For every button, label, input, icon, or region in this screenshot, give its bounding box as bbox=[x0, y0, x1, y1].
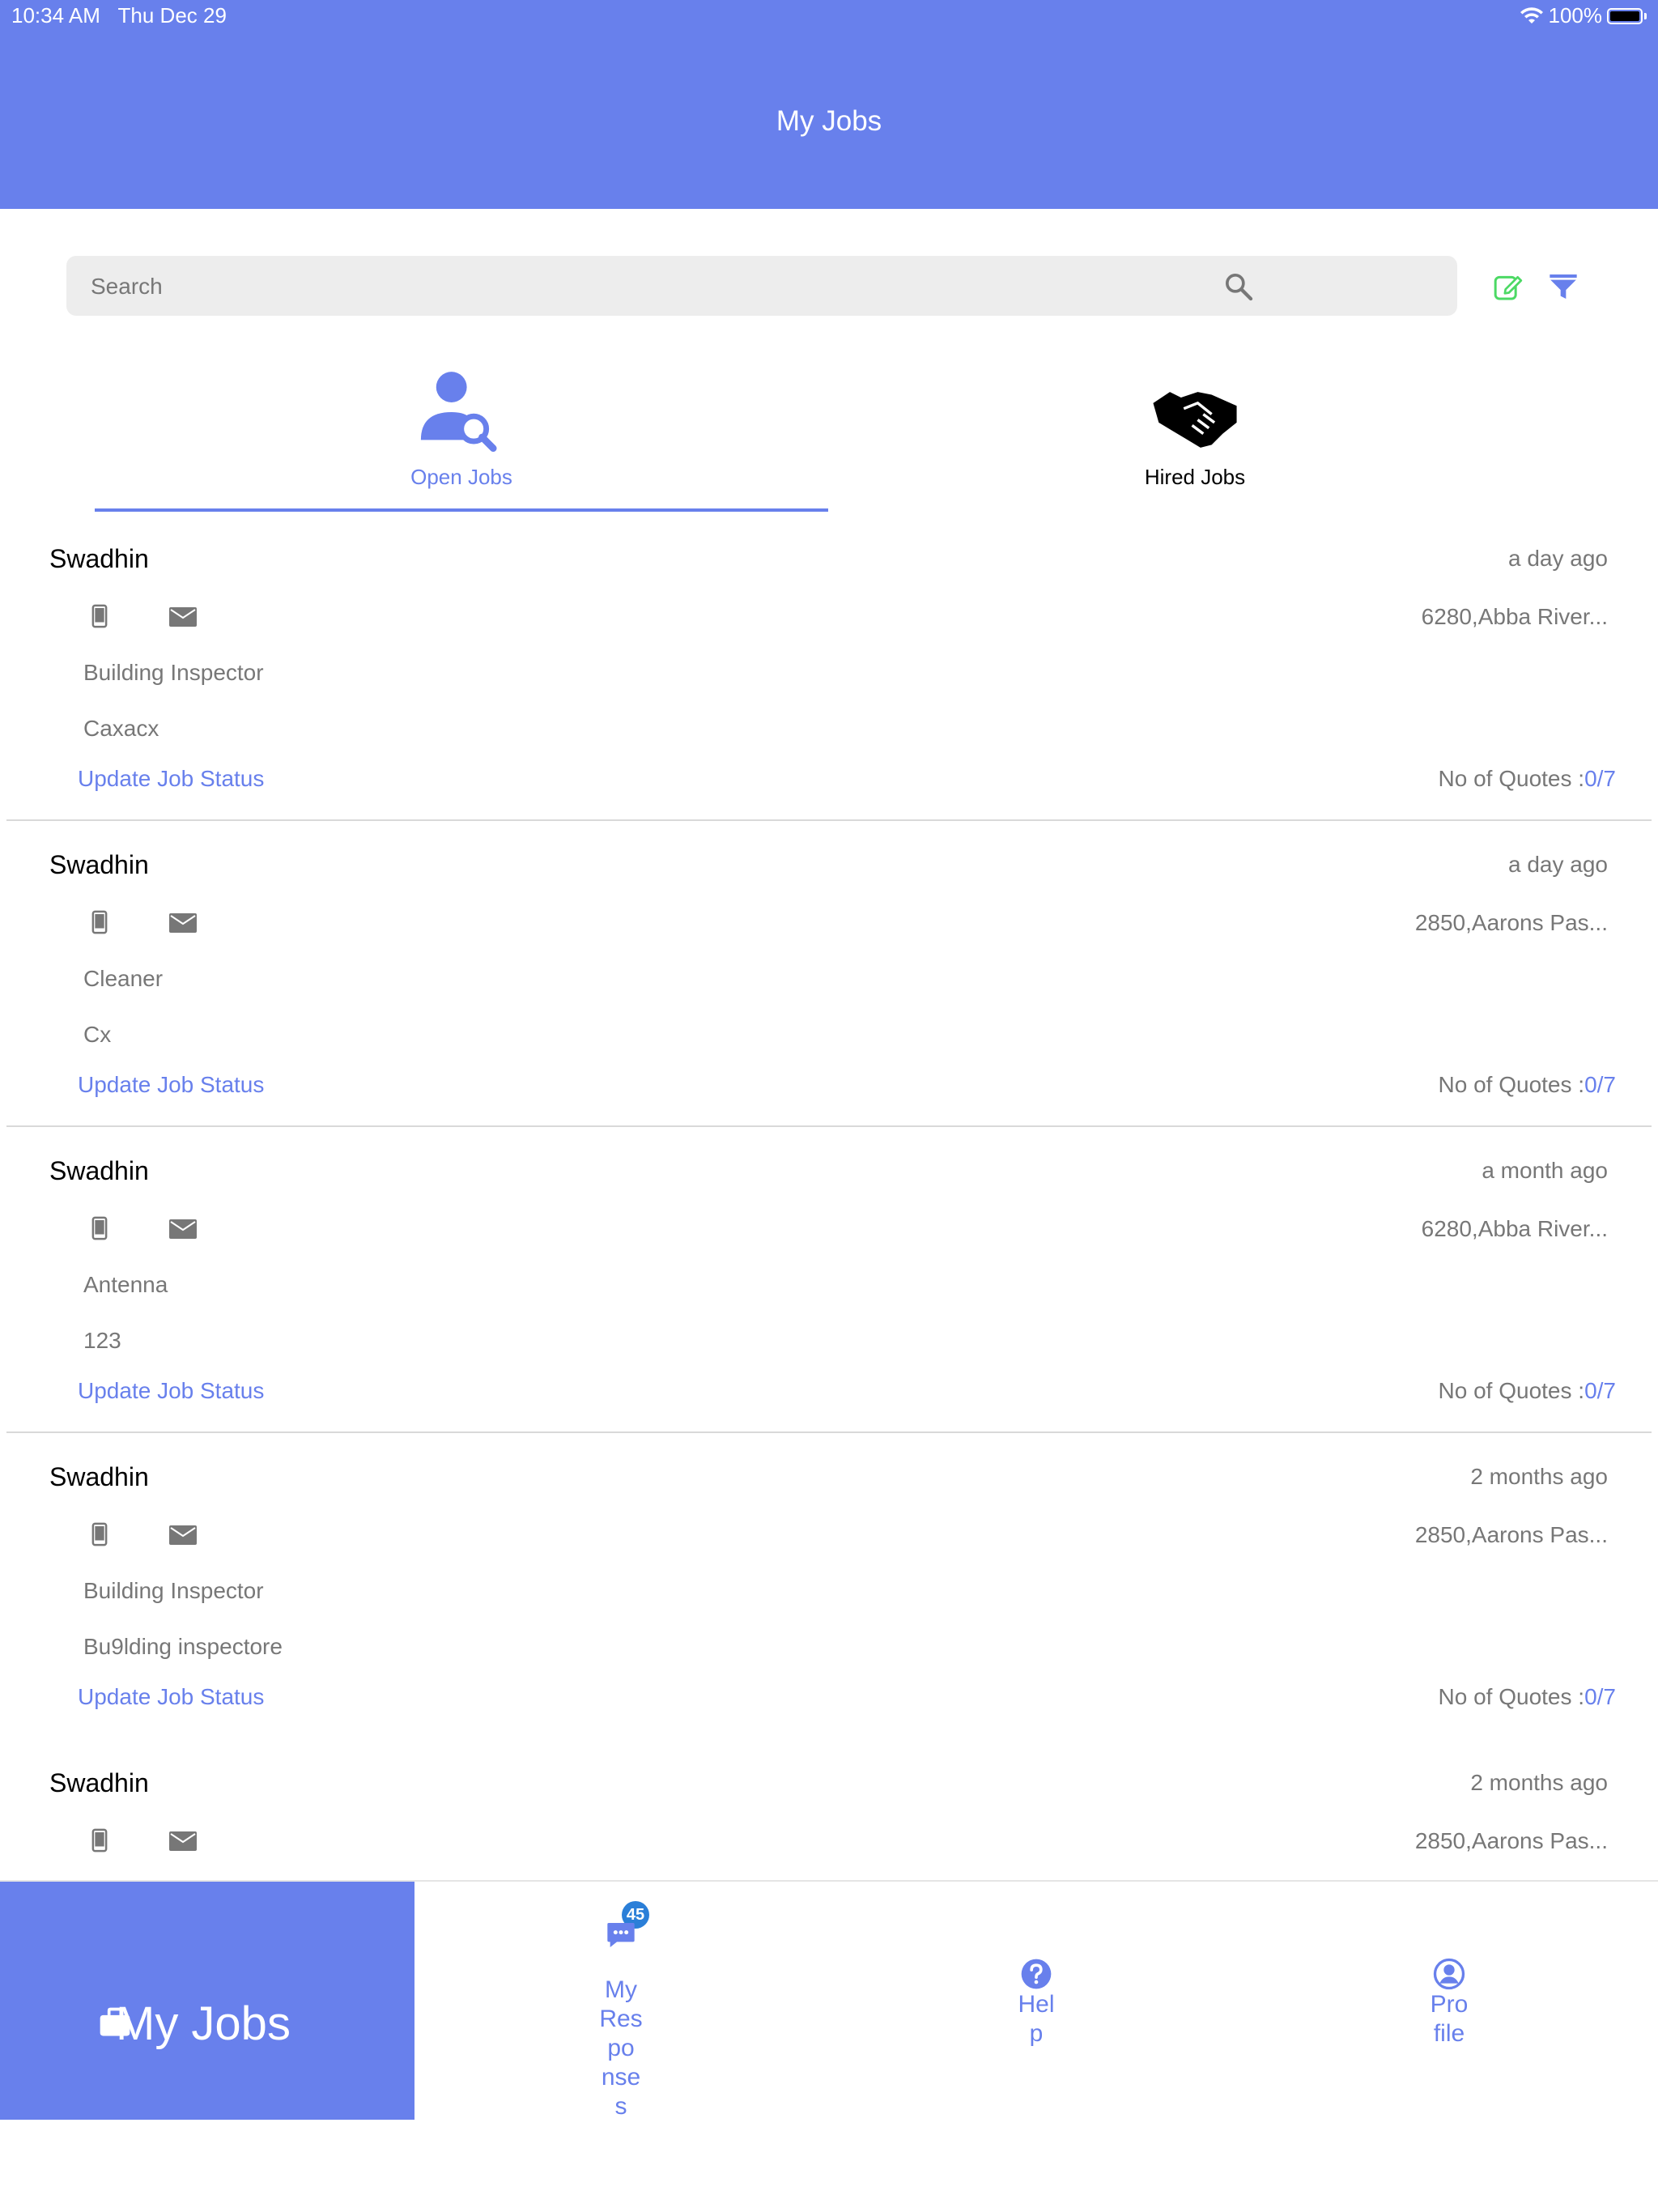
handshake-icon bbox=[1153, 392, 1237, 448]
nav-label-line: nse bbox=[601, 2064, 641, 2091]
nav-profile[interactable]: Pro file bbox=[1409, 1882, 1490, 2120]
job-card[interactable]: Swadhin a day ago 6280,Abba River... Bui… bbox=[0, 515, 1658, 821]
job-posted-time: a day ago bbox=[1508, 852, 1608, 877]
mail-icon[interactable] bbox=[169, 607, 197, 627]
job-category: Cleaner bbox=[83, 966, 164, 991]
job-location: 2850,Aarons Pas... bbox=[1414, 1828, 1608, 1853]
battery-icon bbox=[1607, 7, 1643, 24]
search-bar bbox=[66, 256, 1457, 317]
job-posted-time: 2 months ago bbox=[1470, 1770, 1608, 1795]
job-poster-name: Swadhin bbox=[49, 544, 149, 573]
nav-label-line: po bbox=[607, 2035, 635, 2061]
quotes-count: No of Quotes :0/7 bbox=[1439, 1684, 1616, 1710]
wifi-icon bbox=[1520, 6, 1543, 23]
app-screen: 10:34 AM Thu Dec 29 100% My Jobs Search … bbox=[0, 0, 1658, 2212]
update-job-status-link[interactable]: Update Job Status bbox=[78, 1072, 264, 1098]
mail-icon[interactable] bbox=[169, 1219, 197, 1239]
job-poster-name: Swadhin bbox=[49, 850, 149, 879]
job-posted-time: 2 months ago bbox=[1470, 1464, 1608, 1489]
status-time: 10:34 AM Thu Dec 29 bbox=[11, 3, 227, 28]
phone-icon[interactable] bbox=[91, 1828, 108, 1853]
status-indicators: 100% bbox=[1520, 3, 1647, 28]
nav-label-line: file bbox=[1433, 2020, 1465, 2047]
job-category: Building Inspector bbox=[83, 1578, 264, 1603]
nav-my-responses[interactable]: My Res po nse s bbox=[583, 1882, 659, 2120]
bottom-tab-bar: My Jobs 45 My Res po nse s Hel p Pro fil… bbox=[0, 1880, 1658, 2120]
quotes-count: No of Quotes :0/7 bbox=[1439, 1378, 1616, 1404]
quotes-label: No of Quotes : bbox=[1438, 1072, 1585, 1097]
phone-icon[interactable] bbox=[91, 910, 108, 934]
quotes-value: 0/7 bbox=[1584, 1684, 1616, 1709]
job-poster-name: Swadhin bbox=[49, 1768, 149, 1797]
nav-my-jobs[interactable]: My Jobs bbox=[0, 1882, 414, 2120]
quotes-label: No of Quotes : bbox=[1438, 1378, 1585, 1403]
job-description: Caxacx bbox=[83, 716, 159, 741]
job-poster-name: Swadhin bbox=[49, 1156, 149, 1185]
job-description: 123 bbox=[83, 1328, 121, 1353]
help-icon bbox=[1021, 1959, 1052, 1989]
nav-label-line: Pro bbox=[1430, 1991, 1469, 2018]
job-location: 2850,Aarons Pas... bbox=[1414, 1522, 1608, 1547]
update-job-status-link[interactable]: Update Job Status bbox=[78, 1684, 264, 1710]
job-card[interactable]: Swadhin a day ago 2850,Aarons Pas... Cle… bbox=[0, 821, 1658, 1127]
nav-profile-label: Pro file bbox=[1409, 1990, 1490, 2048]
phone-icon[interactable] bbox=[91, 604, 108, 628]
nav-label-line: Res bbox=[599, 2006, 643, 2032]
job-posted-time: a month ago bbox=[1482, 1158, 1608, 1183]
job-poster-name: Swadhin bbox=[49, 1462, 149, 1491]
active-tab-indicator bbox=[95, 508, 828, 512]
job-card[interactable]: Swadhin a month ago 6280,Abba River... A… bbox=[0, 1127, 1658, 1433]
job-description: Bu9lding inspectore bbox=[83, 1634, 283, 1659]
job-description: Cx bbox=[83, 1022, 112, 1047]
nav-label-line: Hel bbox=[1018, 1991, 1055, 2018]
tab-open-jobs[interactable]: Open Jobs bbox=[95, 364, 828, 512]
update-job-status-link[interactable]: Update Job Status bbox=[78, 1378, 264, 1404]
nav-label-line: s bbox=[614, 2093, 627, 2120]
mail-icon[interactable] bbox=[169, 913, 197, 933]
nav-help-label: Hel p bbox=[996, 1990, 1077, 2048]
tab-open-jobs-label: Open Jobs bbox=[410, 465, 512, 489]
job-location: 6280,Abba River... bbox=[1421, 604, 1608, 629]
job-posted-time: a day ago bbox=[1508, 546, 1608, 571]
job-category: Antenna bbox=[83, 1272, 168, 1297]
tab-hired-jobs[interactable]: Hired Jobs bbox=[828, 364, 1562, 512]
edit-icon[interactable] bbox=[1492, 270, 1524, 303]
page-title: My Jobs bbox=[776, 105, 882, 137]
job-card[interactable]: Swadhin 2 months ago 2850,Aarons Pas... bbox=[0, 1739, 1658, 1880]
search-icon[interactable] bbox=[1222, 270, 1255, 303]
quotes-label: No of Quotes : bbox=[1438, 766, 1585, 791]
nav-my-jobs-label: My Jobs bbox=[116, 1997, 291, 2050]
nav-label-line: p bbox=[1029, 2020, 1044, 2047]
quotes-count: No of Quotes :0/7 bbox=[1439, 1072, 1616, 1098]
app-header: 10:34 AM Thu Dec 29 100% My Jobs bbox=[0, 0, 1658, 209]
mail-icon[interactable] bbox=[169, 1831, 197, 1851]
job-location: 2850,Aarons Pas... bbox=[1414, 910, 1608, 935]
tab-hired-jobs-label: Hired Jobs bbox=[1144, 465, 1246, 489]
quotes-value: 0/7 bbox=[1584, 1072, 1616, 1097]
phone-icon[interactable] bbox=[91, 1522, 108, 1546]
quotes-value: 0/7 bbox=[1584, 766, 1616, 791]
person-search-icon bbox=[420, 372, 497, 452]
search-input[interactable] bbox=[89, 256, 1307, 317]
nav-my-responses-label: My Res po nse s bbox=[583, 1976, 659, 2121]
update-job-status-link[interactable]: Update Job Status bbox=[78, 766, 264, 792]
profile-icon bbox=[1433, 1958, 1465, 1990]
mail-icon[interactable] bbox=[169, 1525, 197, 1545]
battery-percent: 100% bbox=[1548, 3, 1603, 28]
job-category: Building Inspector bbox=[83, 660, 264, 685]
quotes-count: No of Quotes :0/7 bbox=[1439, 766, 1616, 792]
chat-icon bbox=[607, 1923, 635, 1947]
job-list[interactable]: Swadhin a day ago 6280,Abba River... Bui… bbox=[0, 515, 1658, 1880]
phone-icon[interactable] bbox=[91, 1216, 108, 1240]
nav-help[interactable]: Hel p bbox=[996, 1882, 1077, 2120]
quotes-value: 0/7 bbox=[1584, 1378, 1616, 1403]
quotes-label: No of Quotes : bbox=[1438, 1684, 1585, 1709]
job-card[interactable]: Swadhin 2 months ago 2850,Aarons Pas... … bbox=[0, 1433, 1658, 1739]
filter-icon[interactable] bbox=[1547, 270, 1579, 303]
nav-label-line: My bbox=[605, 1976, 637, 2003]
job-location: 6280,Abba River... bbox=[1421, 1216, 1608, 1241]
